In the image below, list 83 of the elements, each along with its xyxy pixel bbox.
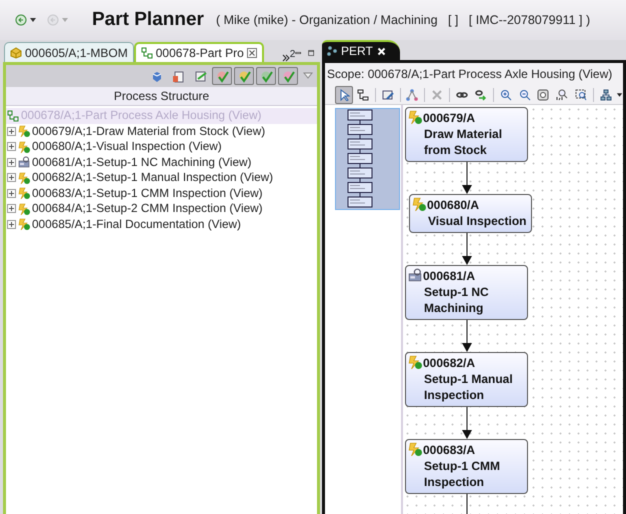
toolbar-button[interactable] xyxy=(234,67,254,85)
actual-size-icon xyxy=(556,88,568,100)
machine-icon xyxy=(18,156,30,168)
expand-icon[interactable] xyxy=(7,126,16,136)
network-icon xyxy=(406,88,418,100)
hierarchy-icon xyxy=(140,47,153,59)
pointer-icon xyxy=(338,88,350,100)
lightning-icon xyxy=(408,110,422,124)
fit-icon xyxy=(537,88,550,100)
app-title: Part Planner xyxy=(92,8,204,32)
nodes-icon xyxy=(327,46,337,56)
node-number: 000683/A xyxy=(423,442,476,458)
connector-arrow xyxy=(462,407,472,439)
check-icon xyxy=(260,70,272,82)
connector-arrow xyxy=(462,233,472,265)
hierarchy-icon xyxy=(7,110,19,122)
check-icon xyxy=(216,70,228,82)
process-node[interactable]: 000681/A Setup-1 NC Machining xyxy=(405,265,528,320)
maximize-icon[interactable] xyxy=(308,48,314,58)
dropdown-icon[interactable] xyxy=(616,90,623,98)
tree-row[interactable]: 000684/A;1-Setup-2 CMM Inspection (View) xyxy=(6,201,317,216)
lightning-icon xyxy=(18,125,30,138)
editor-tab[interactable]: 000678-Part Pro xyxy=(134,42,264,62)
expand-icon[interactable] xyxy=(7,158,16,167)
box-icon xyxy=(10,46,22,58)
process-node[interactable]: 000683/A Setup-1 CMM Inspection xyxy=(405,439,528,494)
node-number: 000682/A xyxy=(423,355,476,371)
connector-icon xyxy=(356,88,369,100)
back-arrow-icon[interactable] xyxy=(15,14,39,26)
zoom-out-icon xyxy=(518,88,531,100)
tree-row[interactable]: 000679/A;1-Draw Material from Stock (View) xyxy=(6,124,317,139)
node-name: Visual Inspection xyxy=(427,213,527,229)
link-arrow-icon xyxy=(474,88,487,100)
check-icon xyxy=(238,70,250,82)
machine-icon xyxy=(408,268,422,282)
expand-icon[interactable] xyxy=(7,173,16,182)
lightning-icon xyxy=(412,197,426,211)
pointer-button[interactable] xyxy=(335,86,353,104)
overflow-button[interactable]: 2 xyxy=(282,44,296,62)
tree-row[interactable]: 000680/A;1-Visual Inspection (View) xyxy=(6,139,317,154)
lightning-icon xyxy=(18,218,30,230)
lightning-icon xyxy=(18,202,30,215)
expand-icon[interactable] xyxy=(7,188,16,198)
tree-row[interactable]: 000683/A;1-Setup-1 CMM Inspection (View) xyxy=(6,186,317,201)
node-number: 000679/A xyxy=(423,110,476,126)
tree-row[interactable]: 000685/A;1-Final Documentation (View) xyxy=(6,216,317,232)
node-number: 000680/A xyxy=(427,197,480,213)
edit-icon xyxy=(382,88,394,100)
column-header: Process Structure xyxy=(6,87,317,106)
zoom-in-icon xyxy=(500,88,512,100)
overview-drawing[interactable] xyxy=(335,108,401,211)
expand-icon[interactable] xyxy=(7,204,16,214)
expand-icon[interactable] xyxy=(7,220,16,229)
scope-text: Scope: 000678/A;1-Part Process Axle Housing (View) xyxy=(325,63,623,85)
context-text: ( Mike (mike) - Organization / Machining [ ] [ IMC--2078079911 ] ) xyxy=(216,12,590,29)
process-node[interactable]: 000680/A Visual Inspection xyxy=(409,194,532,233)
node-name: Draw Material from Stock xyxy=(423,126,504,158)
editor-tab[interactable]: PERT xyxy=(322,40,400,60)
lightning-icon xyxy=(18,140,30,153)
lightning-icon xyxy=(18,187,30,200)
process-node[interactable]: 000679/A Draw Material from Stock xyxy=(405,107,528,162)
close-icon[interactable] xyxy=(246,48,257,58)
lightning-icon xyxy=(18,172,30,184)
lightning-icon xyxy=(408,442,422,456)
tree-row[interactable]: 000682/A;1-Setup-1 Manual Inspection (View) xyxy=(6,170,317,186)
chevron-icon xyxy=(282,54,290,62)
edit-icon xyxy=(194,70,206,82)
connector-arrow xyxy=(462,162,472,194)
delete-icon xyxy=(431,88,444,100)
process-node[interactable]: 000682/A Setup-1 Manual Inspection xyxy=(405,352,528,407)
layout-icon xyxy=(600,88,612,100)
document-icon xyxy=(172,70,184,82)
zoom-region-icon xyxy=(575,88,588,100)
connector-arrow xyxy=(462,320,472,352)
check-icon xyxy=(282,70,294,82)
node-number: 000681/A xyxy=(423,268,476,284)
node-name: Setup-1 CMM Inspection xyxy=(423,458,501,490)
node-name: Setup-1 NC Machining xyxy=(423,284,490,316)
lightning-icon xyxy=(408,355,422,369)
node-name: Setup-1 Manual Inspection xyxy=(423,371,514,403)
editor-tab[interactable]: 000605/A;1-MBOM xyxy=(4,42,134,62)
expand-icon[interactable] xyxy=(7,142,16,152)
tree-row[interactable]: 000681/A;1-Setup-1 NC Machining (View) xyxy=(6,154,317,170)
